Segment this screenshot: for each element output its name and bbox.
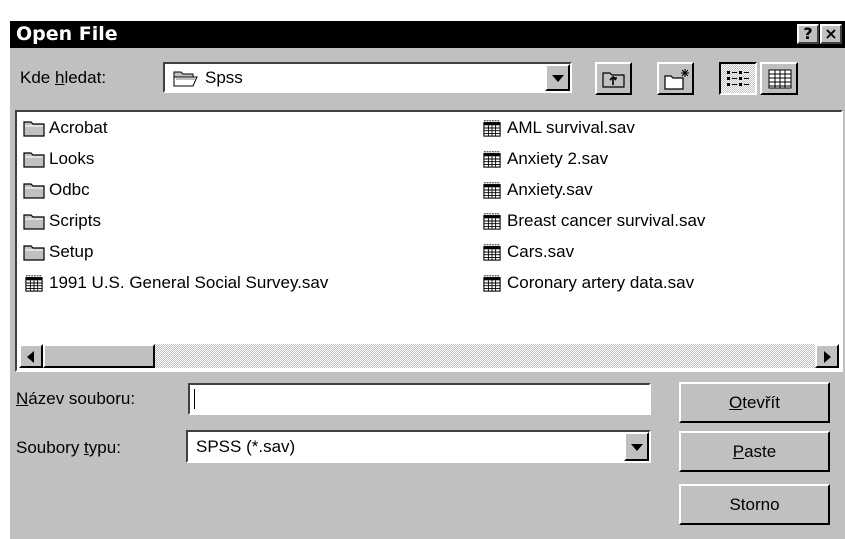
file-name: Acrobat [49,118,108,137]
spss-file-icon [483,244,501,261]
list-item[interactable]: Setup [23,240,93,264]
filename-input[interactable] [188,383,651,415]
file-name: 1991 U.S. General Social Survey.sav [49,273,329,292]
open-file-dialog: Open File ? × Kde hledat: Spss Acrobat L… [10,21,845,539]
list-item[interactable]: Looks [23,147,94,171]
look-in-value: Spss [205,68,243,87]
scroll-right-button[interactable] [815,344,839,368]
list-item[interactable]: Breast cancer survival.sav [481,209,705,233]
file-name: Breast cancer survival.sav [507,211,706,230]
list-item[interactable]: Scripts [23,209,101,233]
file-name: Looks [49,149,95,168]
spss-file-icon [25,275,43,292]
spss-file-icon [483,182,501,199]
folder-icon [23,245,45,261]
look-in-label: Kde hledat: [20,68,107,87]
spss-file-icon [483,120,501,137]
list-item[interactable]: Anxiety 2.sav [481,147,608,171]
file-name: Cars.sav [507,242,575,261]
filename-label: Název souboru: [16,389,136,408]
spss-file-icon [483,213,501,230]
filetype-label: Soubory typu: [16,438,121,457]
list-item[interactable]: AML survival.sav [481,116,635,140]
file-name: Scripts [49,211,101,230]
list-item[interactable]: Coronary artery data.sav [481,271,694,295]
list-item[interactable]: Acrobat [23,116,108,140]
new-folder-icon [664,69,689,90]
chevron-right-icon [824,351,831,363]
list-item[interactable]: Anxiety.sav [481,178,593,202]
folder-icon [23,183,45,199]
scroll-left-button[interactable] [19,344,43,368]
up-one-level-button[interactable] [595,62,632,95]
details-view-icon [768,69,792,89]
folder-icon [23,152,45,168]
details-view-button[interactable] [760,62,798,95]
spss-file-icon [483,275,501,292]
paste-button[interactable]: Paste [679,431,830,472]
file-name: AML survival.sav [507,118,635,137]
filetype-dropdown-button[interactable] [624,432,649,461]
chevron-down-icon [552,75,564,82]
title-bar[interactable]: Open File ? × [10,21,845,48]
file-name: Anxiety 2.sav [507,149,609,168]
list-view-button[interactable] [719,62,757,95]
list-view-icon [727,71,749,86]
look-in-combobox[interactable]: Spss [163,62,572,93]
create-new-folder-button[interactable] [657,62,694,95]
horizontal-scrollbar[interactable] [19,344,839,368]
close-button[interactable]: × [820,24,842,44]
folder-icon [23,121,45,137]
chevron-down-icon [631,444,643,451]
chevron-left-icon [27,351,34,363]
file-name: Setup [49,242,94,261]
file-name: Anxiety.sav [507,180,593,199]
spss-file-icon [483,151,501,168]
up-folder-icon [602,72,625,88]
dialog-title: Open File [16,23,118,45]
file-list[interactable]: Acrobat Looks Odbc Scripts Setup 1991 U.… [15,110,843,372]
open-button[interactable]: Otevřít [679,382,830,423]
scroll-thumb[interactable] [43,344,155,368]
open-folder-icon [173,71,198,87]
list-item[interactable]: Odbc [23,178,90,202]
filetype-combobox[interactable]: SPSS (*.sav) [186,430,651,463]
help-button[interactable]: ? [797,24,819,44]
list-item[interactable]: Cars.sav [481,240,574,264]
text-cursor [194,389,195,409]
file-name: Odbc [49,180,90,199]
look-in-dropdown-button[interactable] [545,64,570,91]
cancel-button[interactable]: Storno [679,484,830,525]
file-name: Coronary artery data.sav [507,273,695,292]
filetype-value: SPSS (*.sav) [196,437,296,456]
list-item[interactable]: 1991 U.S. General Social Survey.sav [23,271,328,295]
folder-icon [23,214,45,230]
